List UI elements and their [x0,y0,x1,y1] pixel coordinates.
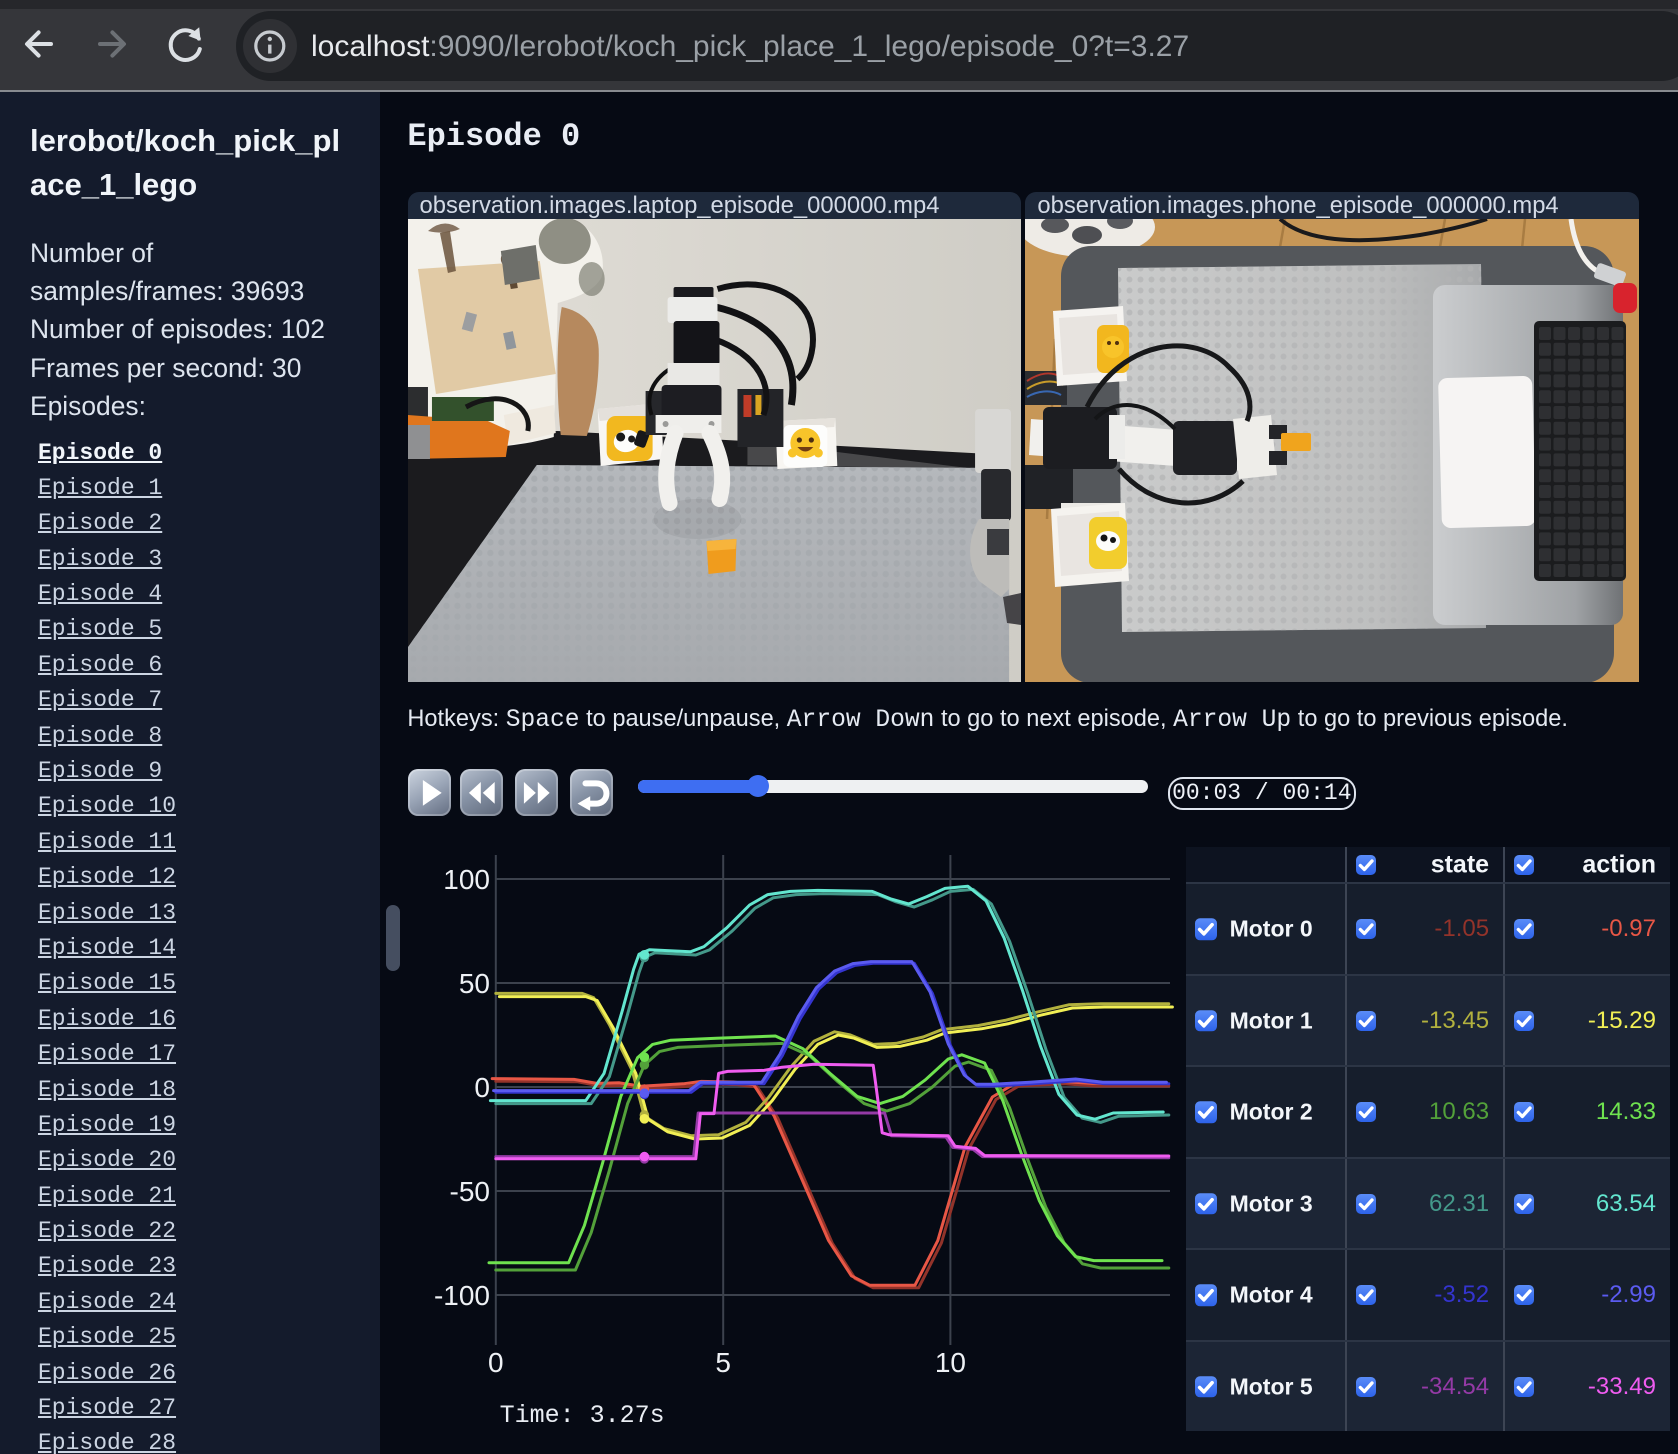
svg-text:0: 0 [474,1072,490,1103]
svg-text:5: 5 [715,1347,731,1378]
svg-text:-50: -50 [450,1176,490,1207]
svg-text:50: 50 [459,968,490,999]
svg-text:100: 100 [443,864,490,895]
svg-text:10: 10 [935,1347,966,1378]
svg-text:0: 0 [488,1347,504,1378]
svg-text:-100: -100 [434,1280,490,1311]
